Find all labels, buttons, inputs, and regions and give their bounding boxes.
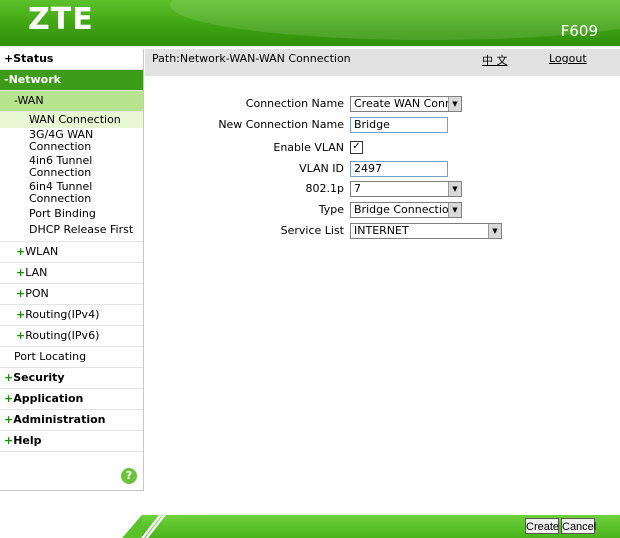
connection-name-row: Connection Name Create WAN Conn ▼ — [0, 96, 620, 114]
plus-icon: + — [4, 434, 14, 447]
nav-port-locating[interactable]: Port Locating — [0, 347, 143, 368]
cancel-button[interactable]: Cancel — [561, 518, 596, 534]
footer-slant — [122, 515, 142, 538]
nav-help[interactable]: +Help — [0, 431, 143, 452]
type-select[interactable]: Bridge Connection ▼ — [350, 202, 462, 218]
plus-icon: + — [16, 245, 26, 258]
type-label: Type — [318, 203, 344, 216]
nav-routing-ipv4[interactable]: +Routing(IPv4) — [0, 305, 143, 326]
new-connection-name-label: New Connection Name — [218, 118, 344, 131]
nav-application[interactable]: +Application — [0, 389, 143, 410]
plus-icon: + — [4, 413, 14, 426]
service-list-label: Service List — [280, 224, 344, 237]
nav-help-label: Help — [13, 434, 42, 447]
p8021-select[interactable]: 7 ▼ — [350, 181, 462, 197]
nav-pon-label: PON — [25, 287, 49, 300]
help-icon[interactable]: ? — [121, 468, 137, 484]
type-value: Bridge Connection — [354, 203, 456, 216]
nav-network-label: Network — [8, 73, 61, 86]
new-connection-name-row: New Connection Name Bridge — [0, 117, 620, 135]
plus-icon: + — [16, 308, 26, 321]
nav-wlan[interactable]: +WLAN — [0, 242, 143, 263]
language-link[interactable]: 中 文 — [482, 52, 508, 68]
breadcrumb: Path:Network-WAN-WAN Connection — [152, 52, 351, 65]
vlan-id-input[interactable]: 2497 — [350, 161, 448, 177]
p8021-label: 802.1p — [305, 182, 344, 195]
plus-icon: + — [4, 371, 14, 384]
chevron-down-icon: ▼ — [448, 182, 461, 196]
nav-security-label: Security — [13, 371, 65, 384]
vlan-id-label: VLAN ID — [299, 162, 344, 175]
vlan-id-row: VLAN ID 2497 — [0, 161, 620, 179]
plus-icon: + — [4, 52, 14, 65]
nav-status[interactable]: +Status — [0, 49, 143, 70]
header-swoosh — [170, 0, 620, 40]
nav-pon[interactable]: +PON — [0, 284, 143, 305]
enable-vlan-row: Enable VLAN ✓ — [0, 140, 620, 158]
nav-administration[interactable]: +Administration — [0, 410, 143, 431]
nav-network[interactable]: -Network — [0, 70, 143, 91]
plus-icon: + — [4, 392, 14, 405]
nav-administration-label: Administration — [13, 413, 106, 426]
nav-application-label: Application — [13, 392, 84, 405]
enable-vlan-label: Enable VLAN — [273, 141, 344, 154]
plus-icon: + — [16, 266, 26, 279]
connection-name-value: Create WAN Conn — [354, 97, 452, 110]
header-banner: ZTE F609 — [0, 0, 620, 46]
new-connection-name-input[interactable]: Bridge — [350, 117, 448, 133]
connection-name-select[interactable]: Create WAN Conn ▼ — [350, 96, 462, 112]
plus-icon: + — [16, 329, 26, 342]
chevron-down-icon: ▼ — [448, 203, 461, 217]
create-button[interactable]: Create — [525, 518, 559, 534]
chevron-down-icon: ▼ — [488, 224, 501, 238]
p8021-value: 7 — [354, 182, 361, 195]
connection-name-label: Connection Name — [245, 97, 344, 110]
zte-logo: ZTE — [28, 2, 94, 37]
sidebar: +Status -Network -WAN WAN Connection 3G/… — [0, 49, 144, 491]
chevron-down-icon: ▼ — [448, 97, 461, 111]
type-row: Type Bridge Connection ▼ — [0, 202, 620, 220]
nav-status-label: Status — [13, 52, 54, 65]
enable-vlan-checkbox[interactable]: ✓ — [350, 141, 363, 154]
nav-routing-ipv6-label: Routing(IPv6) — [25, 329, 100, 342]
nav-wlan-label: WLAN — [25, 245, 59, 258]
nav-routing-ipv4-label: Routing(IPv4) — [25, 308, 100, 321]
logout-link[interactable]: Logout — [549, 52, 587, 65]
service-list-row: Service List INTERNET ▼ — [0, 223, 620, 241]
plus-icon: + — [16, 287, 26, 300]
nav-lan[interactable]: +LAN — [0, 263, 143, 284]
nav-security[interactable]: +Security — [0, 368, 143, 389]
path-bar: Path:Network-WAN-WAN Connection 中 文 Logo… — [145, 49, 620, 76]
service-list-value: INTERNET — [354, 224, 409, 237]
device-model: F609 — [560, 22, 598, 40]
p8021-row: 802.1p 7 ▼ — [0, 181, 620, 199]
nav-routing-ipv6[interactable]: +Routing(IPv6) — [0, 326, 143, 347]
nav-lan-label: LAN — [25, 266, 48, 279]
service-list-select[interactable]: INTERNET ▼ — [350, 223, 502, 239]
